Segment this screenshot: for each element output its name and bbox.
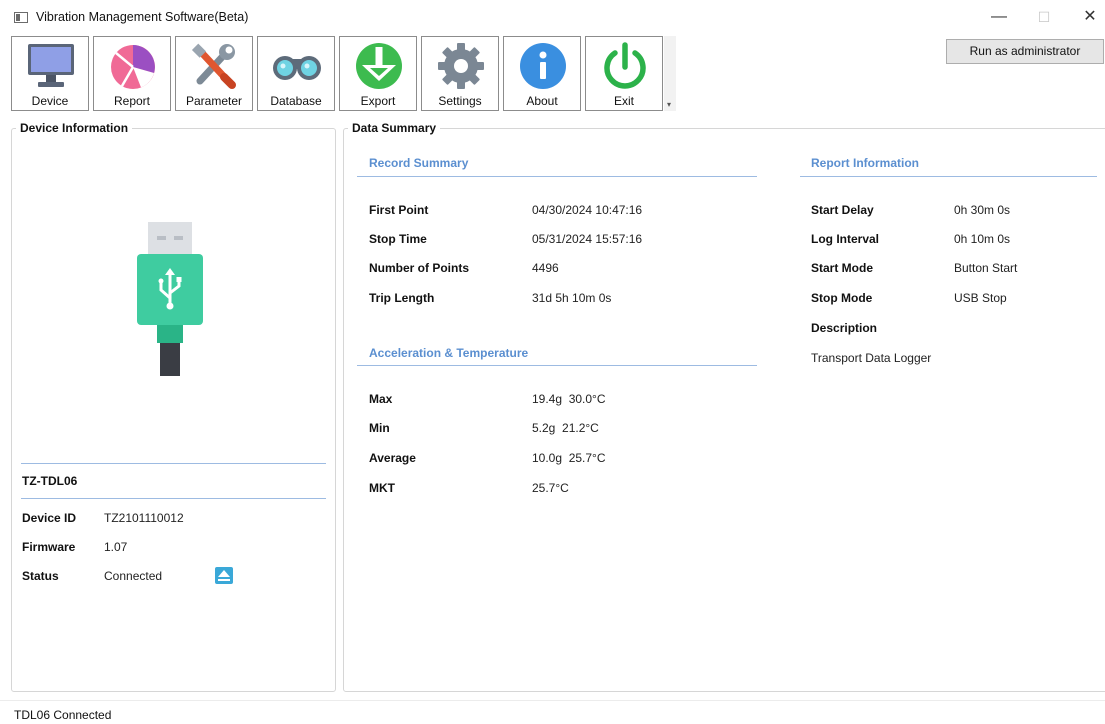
toolbar-overflow-button[interactable]: ▾ [664,36,676,111]
usb-drive-icon [137,222,203,376]
mkt-label: MKT [369,481,395,495]
maximize-button[interactable]: ☐ [1026,6,1062,30]
eject-icon[interactable] [215,567,233,584]
app-icon [14,12,28,23]
device-id-label: Device ID [22,511,77,525]
exit-button[interactable]: Exit [585,36,663,111]
record-summary-rule [357,176,757,177]
status-bar-separator [0,700,1105,701]
exit-label: Exit [613,94,634,108]
stop-time-label: Stop Time [369,232,427,246]
log-interval-value: 0h 10m 0s [954,232,1011,246]
close-button[interactable]: ✕ [1072,6,1105,30]
stop-time-value: 05/31/2024 15:57:16 [532,232,643,246]
device-id-value: TZ2101110012 [104,511,184,525]
device-model: TZ-TDL06 [22,474,78,488]
window-title: Vibration Management Software(Beta) [36,10,249,24]
min-value: 5.2g 21.2°C [532,421,599,435]
database-button[interactable]: Database [257,36,335,111]
first-point-label: First Point [369,203,429,217]
data-summary-title: Data Summary [348,121,441,135]
report-label: Report [113,94,151,108]
device-label: Device [31,94,69,108]
device-information-title: Device Information [16,121,133,135]
average-label: Average [369,451,416,465]
chevron-down-icon: ▾ [667,100,672,109]
report-button[interactable]: Report [93,36,171,111]
device-model-top-rule [21,463,326,464]
export-label: Export [360,94,396,108]
report-information-heading: Report Information [811,156,919,170]
device-button[interactable]: Device [11,36,89,111]
status-value: Connected [104,569,163,583]
parameter-label: Parameter [185,94,243,108]
settings-label: Settings [438,94,482,108]
first-point-value: 04/30/2024 10:47:16 [532,203,643,217]
binoculars-icon [273,56,321,80]
power-icon [604,42,646,89]
trip-length-label: Trip Length [369,291,435,305]
minimize-button[interactable]: — [981,6,1017,30]
max-label: Max [369,392,393,406]
description-value: Transport Data Logger [811,351,932,365]
mkt-value: 25.7°C [532,481,569,495]
firmware-value: 1.07 [104,540,128,554]
firmware-label: Firmware [22,540,76,554]
start-delay-label: Start Delay [811,203,874,217]
device-model-bottom-rule [21,498,326,499]
export-button[interactable]: Export [339,36,417,111]
settings-button[interactable]: Settings [421,36,499,111]
start-mode-label: Start Mode [811,261,874,275]
log-interval-label: Log Interval [811,232,880,246]
database-label: Database [270,94,322,108]
number-of-points-value: 4496 [532,261,559,275]
stop-mode-value: USB Stop [954,291,1007,305]
title-bar: Vibration Management Software(Beta) — ☐ … [0,0,1105,34]
number-of-points-label: Number of Points [369,261,470,275]
min-label: Min [369,421,390,435]
acceleration-temperature-heading: Acceleration & Temperature [369,346,529,360]
device-information-panel [11,128,336,692]
average-value: 10.0g 25.7°C [532,451,606,465]
status-bar-text: TDL06 Connected [14,708,112,722]
stop-mode-label: Stop Mode [811,291,873,305]
max-value: 19.4g 30.0°C [532,392,606,406]
monitor-icon [28,44,74,87]
start-delay-value: 0h 30m 0s [954,203,1011,217]
record-summary-heading: Record Summary [369,156,469,170]
pie-chart-icon [111,45,155,89]
status-label: Status [22,569,59,583]
acceleration-temperature-rule [357,365,757,366]
report-information-rule [800,176,1097,177]
about-button[interactable]: About [503,36,581,111]
about-label: About [526,94,558,108]
trip-length-value: 31d 5h 10m 0s [532,291,612,305]
tools-icon [191,43,236,89]
description-label: Description [811,321,878,335]
run-as-administrator-button[interactable]: Run as administrator [946,39,1104,64]
info-icon [520,43,566,89]
gear-icon [438,43,484,89]
download-icon [356,43,402,89]
parameter-button[interactable]: Parameter [175,36,253,111]
start-mode-value: Button Start [954,261,1018,275]
